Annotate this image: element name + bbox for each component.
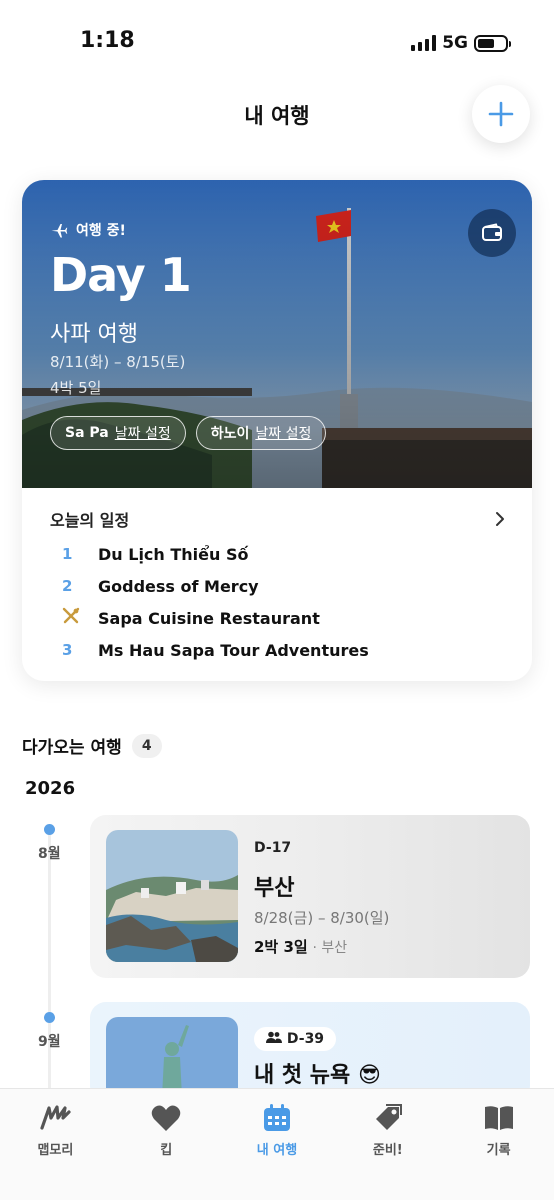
dday-value: D-17 <box>254 840 292 856</box>
dday-value: D-39 <box>286 1031 325 1047</box>
tab-prepare[interactable]: 준비! <box>332 1089 443 1200</box>
timeline-month: 8월 <box>38 846 61 862</box>
timeline-dot <box>44 824 55 835</box>
status-indicators: 5G <box>411 33 511 53</box>
tab-records[interactable]: 기록 <box>443 1089 554 1200</box>
timeline-month: 9월 <box>38 1034 61 1050</box>
tab-label: 준비! <box>372 1143 403 1158</box>
today-schedule: 1 Du Lịch Thiểu Số 2 Goddess of Mercy Sa… <box>62 538 369 666</box>
tag-icon <box>375 1104 402 1130</box>
add-trip-button[interactable] <box>472 85 530 143</box>
city-chips: Sa Pa 날짜 설정 하노이 날짜 설정 <box>50 416 327 450</box>
upcoming-trip-nights: 2박 3일 · 부산 <box>254 936 347 957</box>
schedule-item[interactable]: 1 Du Lịch Thiểu Số <box>62 538 369 570</box>
status-time: 1:18 <box>80 28 135 53</box>
schedule-name: Ms Hau Sapa Tour Adventures <box>98 640 369 660</box>
upcoming-count-badge: 4 <box>131 733 162 758</box>
group-icon <box>266 1031 282 1043</box>
calendar-icon <box>263 1104 290 1131</box>
tab-label: 맵모리 <box>37 1143 74 1158</box>
upcoming-trip-card[interactable]: D-39 내 첫 뉴욕 😎 <box>90 1002 530 1102</box>
page-title: 내 여행 <box>244 104 310 128</box>
schedule-item[interactable]: Sapa Cuisine Restaurant <box>62 602 369 634</box>
upcoming-trip-name: 부산 <box>254 876 295 901</box>
schedule-name: Du Lịch Thiểu Số <box>98 544 249 564</box>
book-icon <box>484 1106 513 1130</box>
wallet-icon <box>482 223 502 241</box>
wallet-button[interactable] <box>468 209 516 257</box>
upcoming-title: 다가오는 여행 <box>22 738 122 758</box>
traveling-label: 여행 중! <box>76 223 126 239</box>
plus-icon <box>488 101 514 127</box>
upcoming-header: 다가오는 여행 4 <box>22 733 162 758</box>
trip-name: 사파 여행 <box>50 322 138 347</box>
day-title: Day 1 <box>50 248 192 302</box>
city-chip-hanoi[interactable]: 하노이 날짜 설정 <box>195 416 327 450</box>
battery-icon <box>474 34 511 52</box>
tab-my-trips[interactable]: 내 여행 <box>222 1089 333 1200</box>
upcoming-trip-card[interactable]: D-17 부산 8/28(금) – 8/30(일) 2박 3일 · 부산 <box>90 815 530 978</box>
tab-keep[interactable]: 킵 <box>111 1089 222 1200</box>
schedule-number: 2 <box>62 577 73 595</box>
trip-hero[interactable]: 여행 중! Day 1 사파 여행 8/11(화) – 8/15(토) 4박 5… <box>22 180 532 488</box>
network-label: 5G <box>442 33 468 53</box>
year-label: 2026 <box>25 778 76 799</box>
chevron-right-icon <box>496 512 504 526</box>
today-title: 오늘의 일정 <box>50 511 130 530</box>
tab-mapmory[interactable]: 맵모리 <box>0 1089 111 1200</box>
trip-nights: 4박 5일 <box>50 379 102 397</box>
city-chip-sapa[interactable]: Sa Pa 날짜 설정 <box>50 416 186 450</box>
trip-place: · 부산 <box>312 940 348 956</box>
chip-city: Sa Pa <box>65 425 109 441</box>
today-schedule-header[interactable]: 오늘의 일정 <box>50 507 506 531</box>
dday-pill: D-39 <box>254 1027 337 1051</box>
timeline-dot <box>44 1012 55 1023</box>
map-scribble-icon <box>40 1105 71 1130</box>
schedule-number: 1 <box>62 545 73 563</box>
traveling-badge: 여행 중! <box>50 220 126 240</box>
schedule-name: Sapa Cuisine Restaurant <box>98 608 320 628</box>
chip-action: 날짜 설정 <box>255 426 312 442</box>
chip-action: 날짜 설정 <box>114 426 171 442</box>
trip-thumbnail <box>106 830 238 962</box>
dday-label: D-17 <box>254 840 291 856</box>
nights-value: 2박 3일 <box>254 938 308 956</box>
heart-icon <box>151 1105 181 1131</box>
schedule-name: Goddess of Mercy <box>98 576 259 596</box>
timeline-line <box>48 830 51 1090</box>
tab-bar: 맵모리 킵 내 여행 준비! 기록 <box>0 1088 554 1200</box>
airplane-icon <box>51 224 68 238</box>
status-bar: 1:18 5G <box>0 0 554 88</box>
upcoming-trip-dates: 8/28(금) – 8/30(일) <box>254 909 390 927</box>
chip-city: 하노이 <box>210 426 250 442</box>
schedule-item[interactable]: 2 Goddess of Mercy <box>62 570 369 602</box>
trip-dates: 8/11(화) – 8/15(토) <box>50 353 186 371</box>
current-trip-card[interactable]: 여행 중! Day 1 사파 여행 8/11(화) – 8/15(토) 4박 5… <box>22 180 532 681</box>
signal-icon <box>411 35 437 51</box>
tab-label: 내 여행 <box>256 1143 298 1158</box>
schedule-number: 3 <box>62 641 73 659</box>
schedule-item[interactable]: 3 Ms Hau Sapa Tour Adventures <box>62 634 369 666</box>
tab-label: 킵 <box>160 1143 173 1158</box>
dday-label: D-39 <box>254 1027 337 1051</box>
tab-label: 기록 <box>486 1143 511 1158</box>
restaurant-icon <box>62 607 80 624</box>
upcoming-trip-name: 내 첫 뉴욕 😎 <box>254 1063 381 1088</box>
